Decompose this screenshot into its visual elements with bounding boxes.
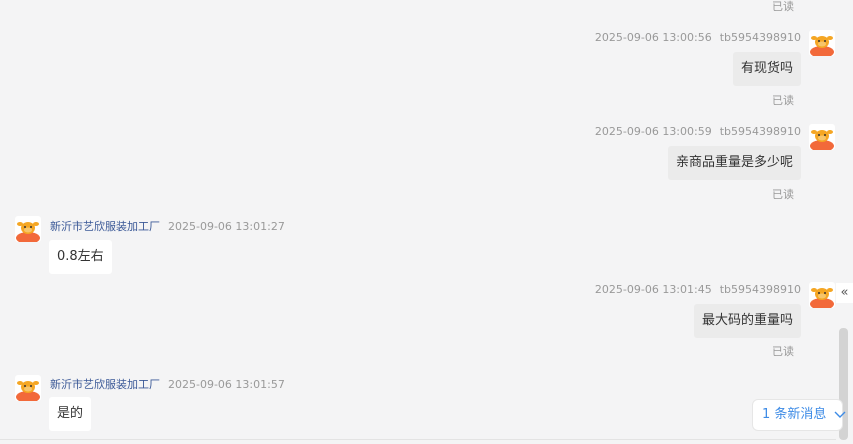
message-time: 2025-09-06 13:00:59 — [594, 125, 712, 138]
message-time: 2025-09-06 13:01:27 — [168, 220, 285, 233]
message-meta: 2025-09-06 13:00:56 tb5954398910 — [595, 31, 801, 44]
read-status: 已读 — [772, 0, 794, 13]
new-message-label: 1 条新消息 — [762, 407, 827, 422]
message-bubble[interactable]: 是的 — [49, 397, 92, 431]
divider — [0, 439, 836, 440]
collapse-panel-button[interactable]: « — [836, 283, 853, 303]
message-meta: 新沂市艺欣服装加工厂 2025-09-06 13:01:57 — [50, 376, 285, 392]
avatar[interactable] — [809, 30, 835, 56]
avatar[interactable] — [809, 124, 835, 150]
read-status: 已读 — [772, 94, 794, 107]
message-bubble[interactable]: 有现货吗 — [732, 52, 801, 86]
double-chevron-left-icon: « — [840, 285, 849, 300]
avatar[interactable] — [15, 375, 41, 401]
message-meta: 2025-09-06 13:01:45 tb5954398910 — [595, 283, 801, 296]
message-sender[interactable]: 新沂市艺欣服装加工厂 — [50, 220, 160, 233]
message-sender: tb5954398910 — [719, 125, 801, 138]
cartoon-cow-avatar-icon — [16, 222, 40, 242]
message-bubble[interactable]: 0.8左右 — [49, 240, 112, 274]
message-sender: tb5954398910 — [719, 283, 801, 296]
message-meta: 新沂市艺欣服装加工厂 2025-09-06 13:01:27 — [50, 218, 285, 234]
chevron-down-icon — [834, 401, 846, 431]
cartoon-cow-avatar-icon — [810, 288, 834, 308]
message-meta: 2025-09-06 13:00:59 tb5954398910 — [595, 125, 801, 138]
message-sender[interactable]: 新沂市艺欣服装加工厂 — [50, 378, 160, 391]
cartoon-cow-avatar-icon — [16, 381, 40, 401]
avatar[interactable] — [809, 282, 835, 308]
message-time: 2025-09-06 13:01:57 — [168, 378, 285, 391]
avatar[interactable] — [15, 216, 41, 242]
read-status: 已读 — [772, 188, 794, 201]
cartoon-cow-avatar-icon — [810, 36, 834, 56]
read-status: 已读 — [772, 345, 794, 358]
new-message-button[interactable]: 1 条新消息 — [752, 399, 846, 431]
message-sender: tb5954398910 — [719, 31, 801, 44]
message-bubble[interactable]: 最大码的重量吗 — [693, 304, 801, 338]
message-bubble[interactable]: 亲商品重量是多少呢 — [667, 146, 801, 180]
message-time: 2025-09-06 13:00:56 — [594, 31, 712, 44]
message-time: 2025-09-06 13:01:45 — [594, 283, 712, 296]
cartoon-cow-avatar-icon — [810, 130, 834, 150]
